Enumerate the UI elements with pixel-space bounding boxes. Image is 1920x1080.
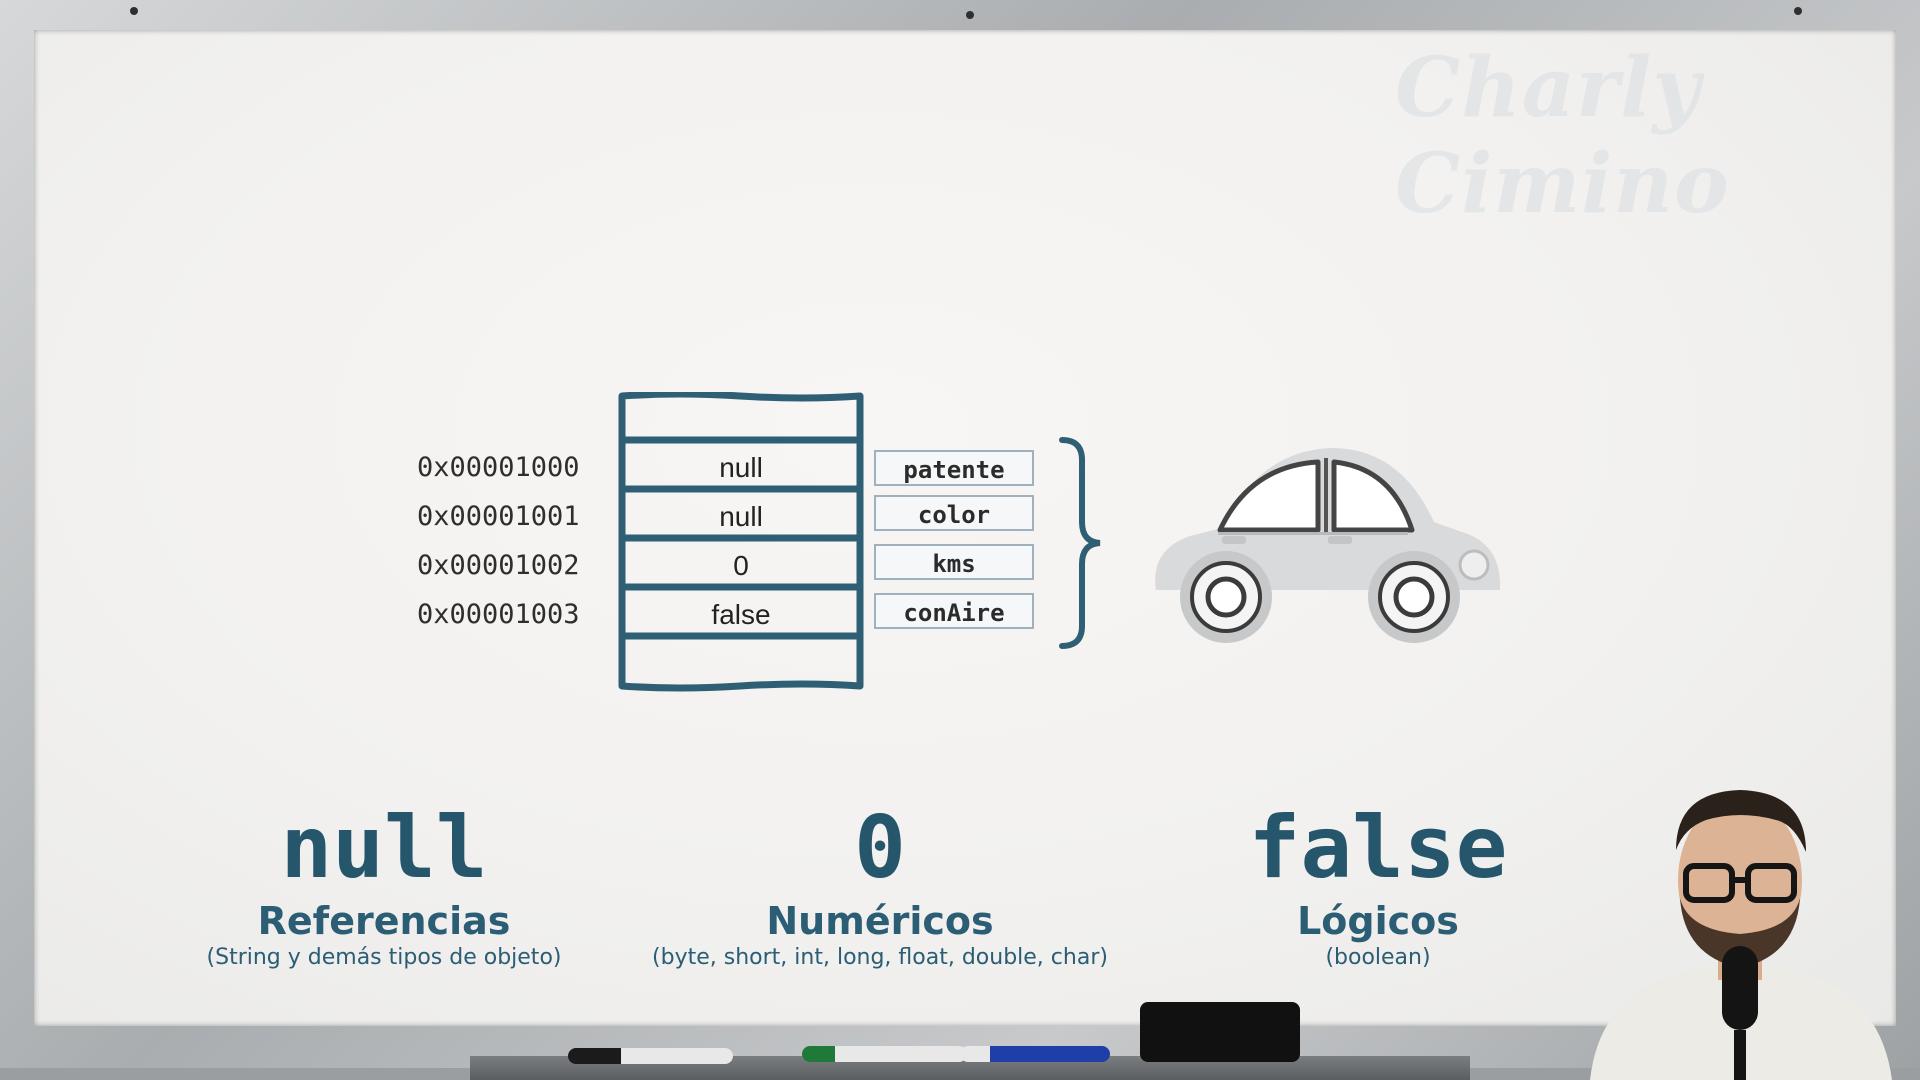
curly-brace-icon: [1059, 437, 1101, 649]
memory-address: 0x00001002: [417, 550, 580, 581]
whiteboard-eraser: [1140, 1002, 1300, 1062]
field-label: patente: [874, 450, 1034, 486]
memory-address: 0x00001001: [417, 501, 580, 532]
frame-screw: [130, 7, 138, 15]
frame-screw: [966, 11, 974, 19]
default-group-numeric: 0 Numéricos (byte, short, int, long, flo…: [620, 800, 1140, 972]
default-value: 0: [854, 798, 906, 898]
memory-cell-value: null: [719, 501, 763, 532]
memory-cell-value: false: [711, 599, 771, 630]
frame-screw: [1794, 7, 1802, 15]
memory-cell-value: null: [719, 452, 763, 483]
memory-cell-value: 0: [733, 550, 749, 581]
marker-blue: [960, 1046, 1110, 1062]
default-group-logical: false Lógicos (boolean): [1118, 800, 1638, 972]
memory-address: 0x00001000: [417, 452, 580, 483]
default-category: Numéricos: [766, 899, 994, 943]
presenter-image: [1590, 790, 1892, 1080]
field-label: conAire: [874, 593, 1034, 629]
default-examples: (String y demás tipos de objeto): [206, 945, 562, 970]
memory-block: null null 0 false: [618, 390, 864, 692]
default-group-references: null Referencias (String y demás tipos d…: [124, 800, 644, 972]
memory-block-outline: [618, 390, 864, 692]
field-label: kms: [874, 544, 1034, 580]
memory-address: 0x00001003: [417, 599, 580, 630]
default-value: null: [280, 798, 488, 898]
marker-black: [568, 1048, 733, 1064]
default-examples: (byte, short, int, long, float, double, …: [652, 945, 1108, 970]
default-examples: (boolean): [1325, 945, 1431, 970]
field-label: color: [874, 495, 1034, 531]
car-icon: [1155, 448, 1501, 643]
watermark-logo: Charly Cimino: [1395, 40, 1730, 232]
marker-green: [802, 1046, 967, 1062]
default-category: Lógicos: [1297, 899, 1459, 943]
default-value: false: [1248, 798, 1508, 898]
default-category: Referencias: [257, 899, 511, 943]
